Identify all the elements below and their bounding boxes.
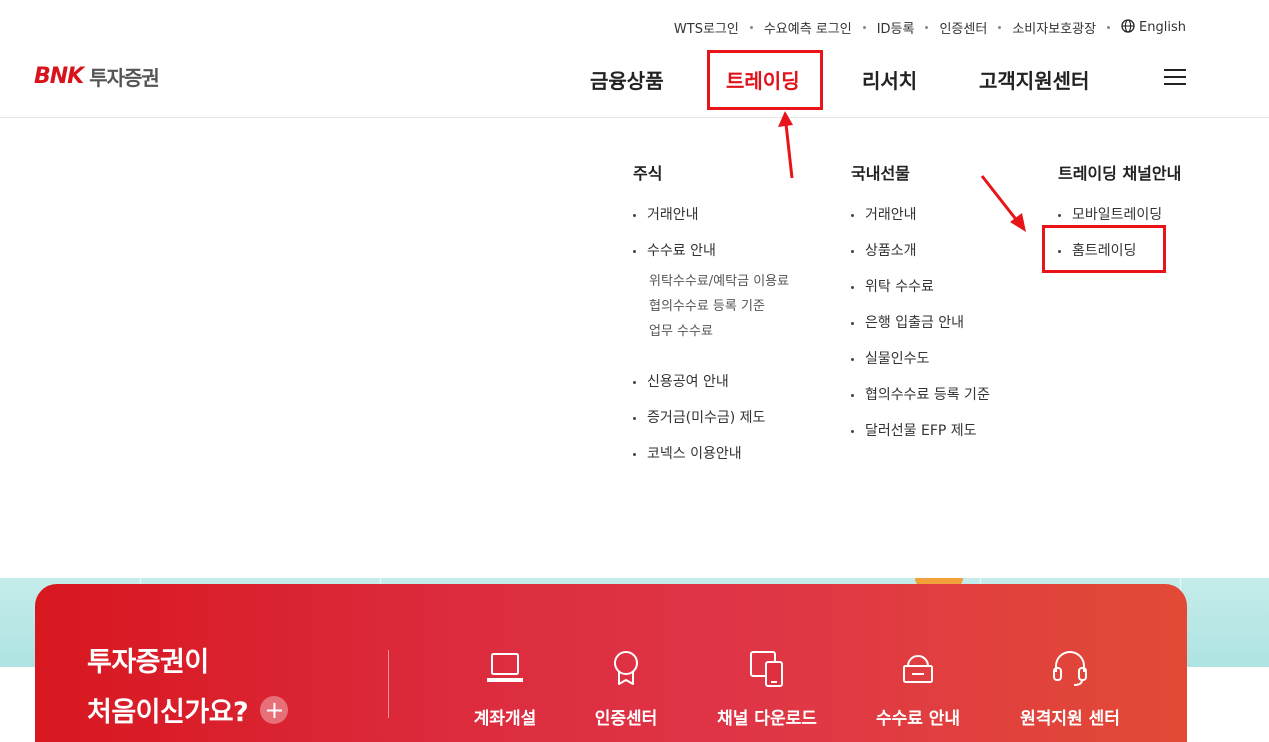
menu-item[interactable]: 은행 입출금 안내 [851,312,990,348]
util-separator [925,25,929,29]
menu-item[interactable]: 달러선물 EFP 제도 [851,420,990,456]
menu-item[interactable]: 거래안내 [851,204,990,240]
menu-item[interactable]: 신용공여 안내 [633,371,789,407]
menu-col-futures: 국내선물 거래안내 상품소개 위탁 수수료 은행 입출금 안내 실물인수도 협의… [851,160,990,456]
first-time-banner: 투자증권이 처음이신가요? + 계좌개설 인증센터 채널 다운로드 수수료 안내 [35,584,1187,742]
menu-item[interactable]: 증거금(미수금) 제도 [633,407,789,443]
menu-item[interactable]: 수수료 안내 [633,240,789,276]
util-separator [1107,25,1111,29]
hamburger-icon[interactable] [1164,69,1186,87]
annotation-box-trading [707,50,823,110]
submenu-item[interactable]: 협의수수료 등록 기준 [649,297,789,322]
quick-account-open[interactable]: 계좌개설 [435,648,575,729]
submenu-item[interactable]: 업무 수수료 [649,322,789,347]
util-consumer-protection[interactable]: 소비자보호광장 [1012,18,1096,37]
menu-item[interactable]: 코넥스 이용안내 [633,443,789,479]
banner-plus-button[interactable]: + [260,696,289,724]
quick-label: 원격지원 센터 [1020,709,1120,729]
menu-col-trading-channel: 트레이딩 채널안내 모바일트레이딩 홈트레이딩 [1058,160,1181,276]
menu-col-stock: 주식 거래안내 수수료 안내 위탁수수료/예탁금 이용료 협의수수료 등록 기준… [633,160,789,479]
menu-item[interactable]: 거래안내 [633,204,789,240]
menu-item[interactable]: 실물인수도 [851,348,990,384]
menu-item[interactable]: 상품소개 [851,240,990,276]
banner-title-line1: 투자증권이 [87,647,209,678]
fee-icon [903,655,933,683]
bnk-logo[interactable]: BNK 투자증권 [34,62,160,91]
quick-label: 인증센터 [594,709,658,729]
banner-title: 투자증권이 처음이신가요? + [87,638,289,738]
nav-financial-products[interactable]: 금융상품 [590,65,664,94]
util-id-register[interactable]: ID등록 [877,18,915,37]
quick-cert-center[interactable]: 인증센터 [556,648,696,729]
banner-divider [388,650,389,718]
submenu-fees: 위탁수수료/예탁금 이용료 협의수수료 등록 기준 업무 수수료 [633,272,789,347]
language-english-link[interactable]: English [1121,19,1186,35]
devices-icon [750,651,783,687]
nav-research[interactable]: 리서치 [862,65,917,94]
quick-label: 채널 다운로드 [717,709,817,729]
menu-col-title: 국내선물 [851,164,910,183]
banner-title-line2: 처음이신가요? [87,697,249,728]
quick-label: 수수료 안내 [875,709,961,729]
quick-channel-download[interactable]: 채널 다운로드 [697,648,837,729]
menu-item[interactable]: 위탁 수수료 [851,276,990,312]
menu-item-mobile-trading[interactable]: 모바일트레이딩 [1058,204,1181,240]
language-label: English [1139,20,1186,35]
util-cert-center[interactable]: 인증센터 [939,18,987,37]
globe-icon [1121,19,1135,33]
util-demand-forecast-login[interactable]: 수요예측 로그인 [764,18,852,37]
menu-col-title: 주식 [633,164,663,183]
laptop-icon [487,653,523,682]
util-wts-login[interactable]: WTS로그인 [674,18,739,37]
menu-col-title: 트레이딩 채널안내 [1058,164,1182,183]
logo-text: 투자증권 [89,66,160,90]
utility-bar: WTS로그인 수요예측 로그인 ID등록 인증센터 소비자보호광장 Englis… [674,17,1186,37]
util-separator [998,25,1002,29]
util-separator [862,25,866,29]
quick-label: 계좌개설 [473,709,537,729]
quick-remote-support[interactable]: 원격지원 센터 [1000,648,1140,729]
menu-item-home-trading[interactable]: 홈트레이딩 [1058,240,1181,276]
logo-mark: BNK [34,64,84,89]
util-separator [749,25,753,29]
menu-item[interactable]: 협의수수료 등록 기준 [851,384,990,420]
quick-fee-guide[interactable]: 수수료 안내 [848,648,988,729]
headset-icon [1053,651,1087,686]
nav-customer-support[interactable]: 고객지원센터 [979,65,1089,94]
header-divider [0,117,1269,118]
certificate-icon [614,651,638,685]
